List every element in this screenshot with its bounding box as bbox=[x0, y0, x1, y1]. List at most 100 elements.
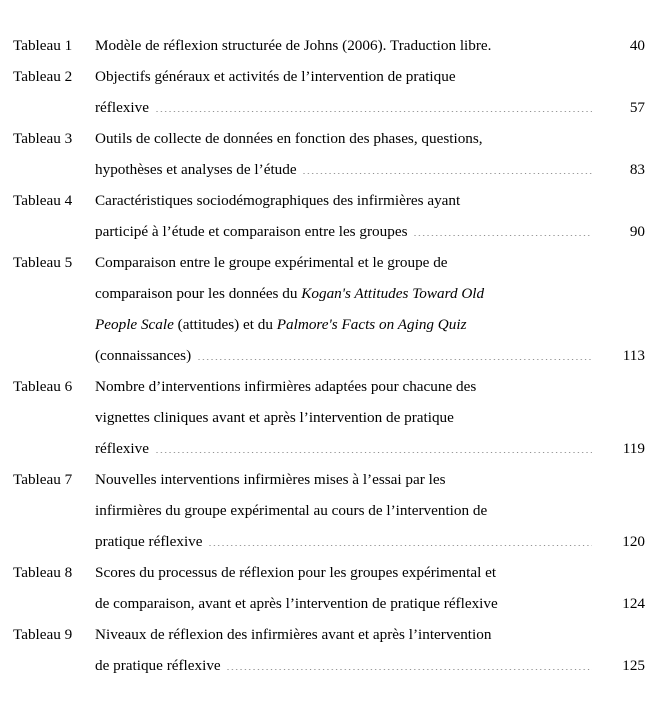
dot-leader bbox=[501, 607, 592, 608]
dot-leader bbox=[303, 173, 592, 174]
table-entry-line: Niveaux de réflexion des infirmières ava… bbox=[95, 619, 648, 650]
dot-leader bbox=[448, 483, 592, 484]
table-entry-title-text: Nombre d’interventions infirmières adapt… bbox=[95, 378, 477, 395]
dot-leader bbox=[414, 235, 592, 236]
dot-leader bbox=[451, 266, 592, 267]
table-entry: Tableau 2 Objectifs généraux et activités… bbox=[0, 61, 648, 123]
table-entry-title-block: Modèle de réflexion structurée de Johns … bbox=[95, 30, 648, 61]
table-entry: Tableau 7 Nouvelles interventions infirmi… bbox=[0, 464, 648, 557]
table-entry-title-text: Modèle de réflexion structurée de Johns … bbox=[95, 37, 492, 54]
table-entry-label: Tableau 7 bbox=[13, 471, 73, 488]
table-entry-line: pratique réflexive 120 bbox=[95, 526, 648, 557]
table-entry: Tableau 4 Caractéristiques sociodémograph… bbox=[0, 185, 648, 247]
table-entry-title-text: pratique réflexive bbox=[95, 533, 207, 550]
table-entry-title-text: Niveaux de réflexion des infirmières ava… bbox=[95, 626, 492, 643]
page-number: 113 bbox=[622, 347, 645, 364]
dot-leader bbox=[487, 297, 592, 298]
table-entry-title-block: Scores du processus de réflexion pour le… bbox=[95, 557, 648, 619]
table-entry-title-text: hypothèses et analyses de l’étude bbox=[95, 161, 301, 178]
page-number: 40 bbox=[629, 37, 645, 54]
table-entry: Tableau 1 Modèle de réflexion structurée … bbox=[0, 30, 648, 61]
dot-leader bbox=[470, 328, 593, 329]
table-entry: Tableau 8 Scores du processus de réflexio… bbox=[0, 557, 648, 619]
table-entry: Tableau 9 Niveaux de réflexion des infirm… bbox=[0, 619, 648, 681]
page-number: 120 bbox=[622, 533, 645, 550]
table-entry-title-text: réflexive bbox=[95, 440, 153, 457]
table-entry-list: Tableau 1 Modèle de réflexion structurée … bbox=[0, 30, 648, 681]
table-entry: Tableau 3 Outils de collecte de données e… bbox=[0, 123, 648, 185]
table-entry-label: Tableau 6 bbox=[13, 378, 73, 395]
table-entry-line: Modèle de réflexion structurée de Johns … bbox=[95, 30, 648, 61]
dot-leader bbox=[209, 545, 592, 546]
table-entry-title-text: Outils de collecte de données en fonctio… bbox=[95, 130, 483, 147]
dot-leader bbox=[459, 80, 592, 81]
table-entry-label: Tableau 1 bbox=[13, 37, 73, 54]
table-entry-line: Nouvelles interventions infirmières mise… bbox=[95, 464, 648, 495]
table-entry-title-text: Objectifs généraux et activités de l’int… bbox=[95, 68, 456, 85]
table-entry-title-block: Objectifs généraux et activités de l’int… bbox=[95, 61, 648, 123]
table-entry-line: de comparaison, avant et après l’interve… bbox=[95, 588, 648, 619]
table-entry-title-text: People Scale (attitudes) et du Palmore's… bbox=[95, 316, 467, 333]
dot-leader bbox=[457, 421, 592, 422]
table-entry-label: Tableau 8 bbox=[13, 564, 73, 581]
table-entry-title-text: Nouvelles interventions infirmières mise… bbox=[95, 471, 446, 488]
table-entry-label: Tableau 9 bbox=[13, 626, 73, 643]
table-entry: Tableau 5 Comparaison entre le groupe exp… bbox=[0, 247, 648, 371]
table-entry-title-text: Caractéristiques sociodémographiques des… bbox=[95, 192, 461, 209]
table-entry-line: infirmières du groupe expérimental au co… bbox=[95, 495, 648, 526]
table-entry-label: Tableau 4 bbox=[13, 192, 73, 209]
table-entry-title-text: réflexive bbox=[95, 99, 153, 116]
table-entry-line: Objectifs généraux et activités de l’int… bbox=[95, 61, 648, 92]
table-entry-title-block: Caractéristiques sociodémographiques des… bbox=[95, 185, 648, 247]
table-entry-title-text: vignettes cliniques avant et après l’int… bbox=[95, 409, 454, 426]
table-entry-title-text: de comparaison, avant et après l’interve… bbox=[95, 595, 498, 612]
page-number: 57 bbox=[629, 99, 645, 116]
dot-leader bbox=[486, 142, 592, 143]
page-number: 83 bbox=[629, 161, 645, 178]
page-number: 119 bbox=[622, 440, 645, 457]
table-entry-title-text: (connaissances) bbox=[95, 347, 195, 364]
table-entry-title-text: Comparaison entre le groupe expérimental… bbox=[95, 254, 448, 271]
table-entry-line: de pratique réflexive 125 bbox=[95, 650, 648, 681]
page-number: 124 bbox=[622, 595, 645, 612]
dot-leader bbox=[227, 669, 592, 670]
table-entry-title-block: Nouvelles interventions infirmières mise… bbox=[95, 464, 648, 557]
table-entry-line: Scores du processus de réflexion pour le… bbox=[95, 557, 648, 588]
dot-leader bbox=[463, 204, 592, 205]
table-entry-line: comparaison pour les données du Kogan's … bbox=[95, 278, 648, 309]
table-entry-line: Caractéristiques sociodémographiques des… bbox=[95, 185, 648, 216]
dot-leader bbox=[155, 452, 592, 453]
page-number: 125 bbox=[622, 657, 645, 674]
table-entry-line: vignettes cliniques avant et après l’int… bbox=[95, 402, 648, 433]
table-entry-line: Nombre d’interventions infirmières adapt… bbox=[95, 371, 648, 402]
page-number: 90 bbox=[629, 223, 645, 240]
table-entry-title-block: Nombre d’interventions infirmières adapt… bbox=[95, 371, 648, 464]
table-entry-title-text: participé à l’étude et comparaison entre… bbox=[95, 223, 412, 240]
table-entry-line: Comparaison entre le groupe expérimental… bbox=[95, 247, 648, 278]
table-entry-label: Tableau 5 bbox=[13, 254, 73, 271]
table-entry-line: réflexive 57 bbox=[95, 92, 648, 123]
table-entry-title-text: infirmières du groupe expérimental au co… bbox=[95, 502, 488, 519]
table-entry-label: Tableau 2 bbox=[13, 68, 73, 85]
dot-leader bbox=[155, 111, 592, 112]
table-entry-title-text: Scores du processus de réflexion pour le… bbox=[95, 564, 497, 581]
table-entry-line: People Scale (attitudes) et du Palmore's… bbox=[95, 309, 648, 340]
table-entry-title-text: comparaison pour les données du Kogan's … bbox=[95, 285, 485, 302]
table-entry-title-text: de pratique réflexive bbox=[95, 657, 225, 674]
table-entry-line: participé à l’étude et comparaison entre… bbox=[95, 216, 648, 247]
table-entry-title-block: Comparaison entre le groupe expérimental… bbox=[95, 247, 648, 371]
dot-leader bbox=[499, 576, 592, 577]
table-entry-label: Tableau 3 bbox=[13, 130, 73, 147]
table-entry-line: Outils de collecte de données en fonctio… bbox=[95, 123, 648, 154]
table-entry-line: hypothèses et analyses de l’étude 83 bbox=[95, 154, 648, 185]
table-entry-line: réflexive 119 bbox=[95, 433, 648, 464]
list-of-tables-page: Tableau 1 Modèle de réflexion structurée … bbox=[0, 0, 648, 712]
dot-leader bbox=[197, 359, 592, 360]
table-entry-title-block: Niveaux de réflexion des infirmières ava… bbox=[95, 619, 648, 681]
table-entry: Tableau 6 Nombre d’interventions infirmiè… bbox=[0, 371, 648, 464]
dot-leader bbox=[479, 390, 592, 391]
dot-leader bbox=[490, 514, 592, 515]
dot-leader bbox=[494, 49, 592, 50]
dot-leader bbox=[494, 638, 592, 639]
table-entry-line: (connaissances) 113 bbox=[95, 340, 648, 371]
